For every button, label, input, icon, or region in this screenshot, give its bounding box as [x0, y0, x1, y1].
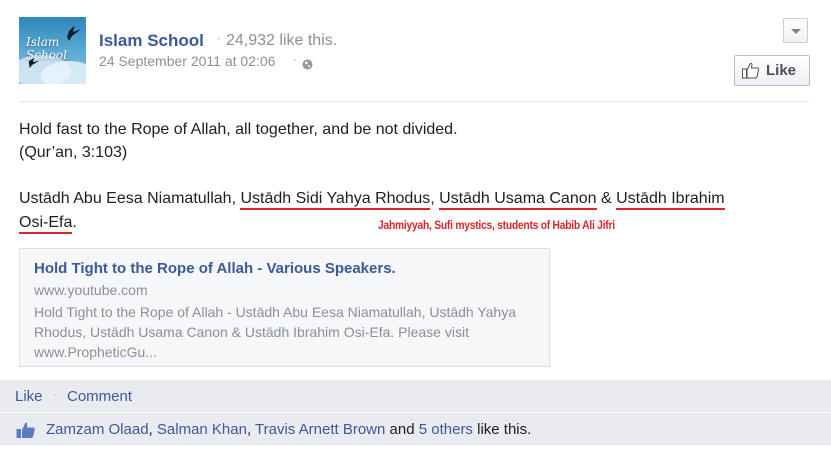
like-action-link[interactable]: Like — [15, 388, 43, 405]
thumbs-up-icon — [16, 421, 36, 444]
likers-suffix: like this. — [472, 421, 532, 438]
thumbs-up-icon — [742, 62, 760, 79]
separator-dot: · — [54, 389, 58, 401]
link-preview-card[interactable]: Hold Tight to the Rope of Allah - Variou… — [19, 248, 550, 367]
speaker-name-underlined: Ustādh Sidi Yahya Rhodus — [240, 190, 431, 210]
speaker-name: Ustādh Abu Eesa Niamatullah, — [19, 190, 241, 207]
chevron-down-icon — [791, 29, 801, 34]
separator-text: , — [148, 421, 157, 438]
speaker-name-underlined: Osi-Efa — [19, 214, 73, 234]
speaker-name-underlined: Ustādh Usama Canon — [439, 190, 597, 210]
post-actions-bar: Like · Comment — [0, 380, 831, 412]
link-domain: www.youtube.com — [34, 282, 148, 298]
likes-summary-bar: Zamzam Olaad, Salman Khan, Travis Arnett… — [0, 413, 831, 445]
link-description: Hold Tight to the Rope of Allah - Ustādh… — [34, 304, 516, 360]
red-annotation: Jahmiyyah, Sufi mystics, students of Hab… — [378, 218, 615, 232]
like-button-label: Like — [766, 62, 797, 79]
liker-name-link[interactable]: Zamzam Olaad — [46, 421, 149, 438]
header-divider — [19, 101, 809, 102]
separator-dot: · — [293, 54, 297, 66]
post-timestamp[interactable]: 24 September 2011 at 02:06 — [99, 53, 275, 69]
page-avatar[interactable]: Islam School — [19, 17, 86, 84]
quote-reference: (Qur’an, 3:103) — [19, 144, 128, 161]
globe-icon[interactable] — [302, 57, 313, 75]
avatar-logo-line: School — [26, 48, 67, 62]
separator-text: , — [430, 190, 440, 207]
comment-action-link[interactable]: Comment — [67, 388, 132, 405]
separator-dot: · — [217, 33, 221, 45]
separator-text: & — [596, 190, 617, 207]
page-like-count: 24,932 like this. — [226, 32, 338, 49]
post-message: Hold fast to the Rope of Allah, all toge… — [19, 118, 458, 164]
likers-text: Zamzam Olaad, Salman Khan, Travis Arnett… — [46, 421, 531, 438]
page-name-link[interactable]: Islam School — [99, 31, 204, 51]
separator-text: , — [246, 421, 256, 438]
separator-text: and — [385, 421, 419, 438]
liker-name-link[interactable]: Travis Arnett Brown — [255, 421, 385, 438]
post-menu-button[interactable] — [783, 18, 808, 43]
speaker-name-underlined: Ustādh Ibrahim — [616, 190, 725, 210]
page-like-button[interactable]: Like — [734, 55, 810, 86]
liker-name-link[interactable]: Salman Khan — [157, 421, 247, 438]
others-link[interactable]: 5 others — [419, 421, 473, 438]
separator-text: . — [72, 214, 77, 231]
link-title[interactable]: Hold Tight to the Rope of Allah - Variou… — [34, 259, 535, 279]
avatar-logo-text: Islam School — [26, 36, 67, 62]
quote-line: Hold fast to the Rope of Allah, all toge… — [19, 121, 458, 138]
